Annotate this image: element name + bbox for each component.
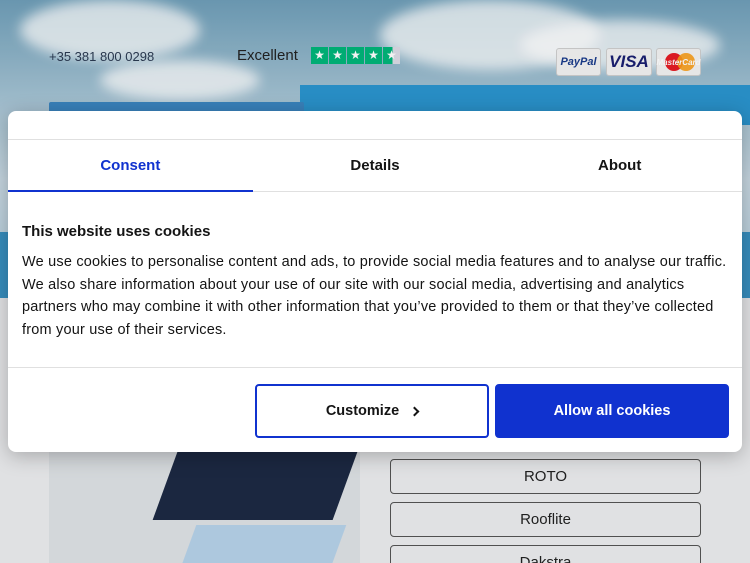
divider	[8, 367, 742, 368]
cookie-consent-dialog: Consent Details About This website uses …	[8, 111, 742, 452]
allow-all-cookies-button[interactable]: Allow all cookies	[495, 384, 729, 438]
cookie-description: We use cookies to personalise content an…	[22, 254, 727, 338]
tab-about[interactable]: About	[497, 140, 742, 191]
customize-button[interactable]: Customize	[255, 384, 489, 438]
cookie-tabs: Consent Details About	[8, 139, 742, 192]
tab-consent[interactable]: Consent	[8, 140, 253, 192]
cookie-title: This website uses cookies	[22, 223, 211, 240]
tab-details[interactable]: Details	[253, 140, 498, 191]
customize-label: Customize	[325, 403, 400, 419]
chevron-right-icon	[409, 406, 420, 416]
